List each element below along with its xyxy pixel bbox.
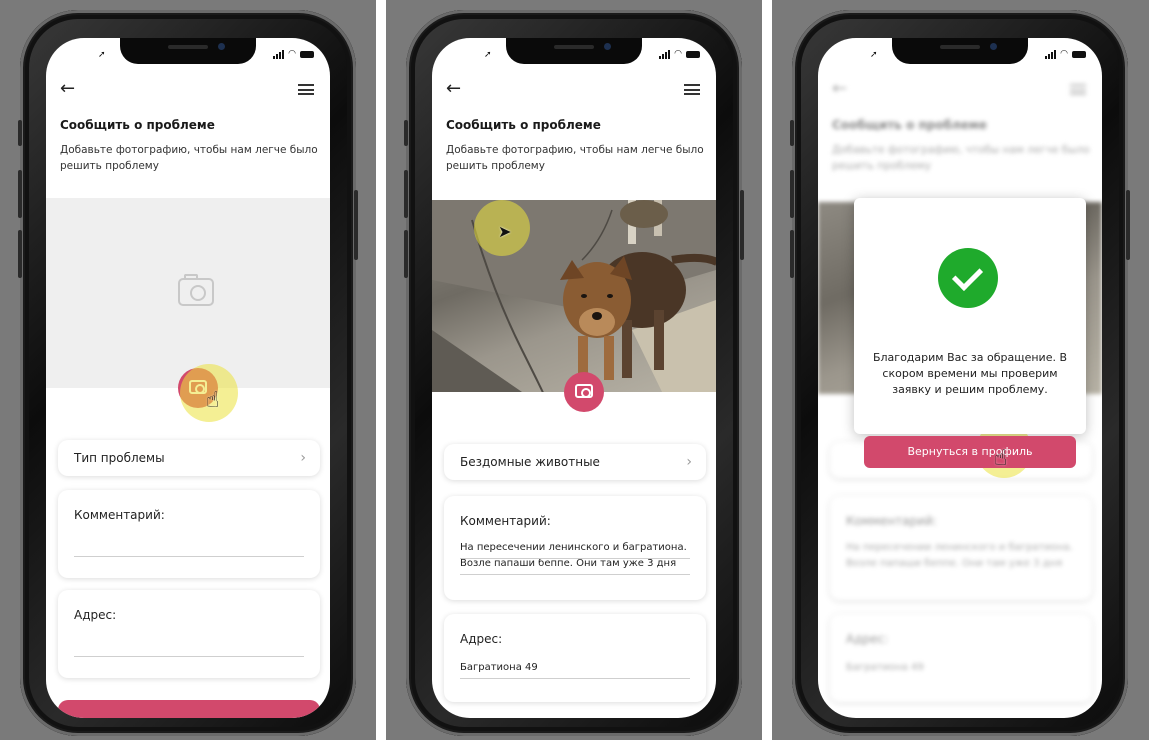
submit-button[interactable]	[58, 700, 320, 718]
address-label: Адрес:	[846, 632, 889, 646]
comment-label: Комментарий:	[846, 514, 937, 528]
signal-icon	[273, 50, 285, 59]
phone-frame: ➚ ◠ ← Сообщить о проблеме Добавьте фотог…	[404, 10, 744, 736]
address-label: Адрес:	[74, 608, 117, 622]
address-field[interactable]: Багратиона 49	[460, 660, 538, 676]
photo-placeholder[interactable]	[46, 198, 330, 388]
phone-panel-1: ➚ ◠ ← Сообщить о проблеме Добавьте фотог…	[0, 0, 376, 740]
menu-icon[interactable]	[684, 84, 700, 95]
problem-type-select[interactable]: Бездомные животные ›	[444, 444, 706, 480]
phone-screen: ➚ ◠ ← Сообщить о проблеме Добавьте фотог…	[432, 38, 716, 718]
chevron-right-icon: ›	[686, 454, 692, 470]
problem-type-label: Тип проблемы	[74, 451, 165, 465]
phone-frame: ➚ ◠ ← Сообщить о проблеме Добавьте фотог…	[18, 10, 358, 736]
phone-panel-3: ➚ ◠ ← Сообщить о проблеме Добавьте фотог…	[772, 0, 1149, 740]
comment-label: Комментарий:	[460, 514, 551, 528]
arrow-cursor-icon: ➤	[498, 222, 512, 241]
page-subtitle: Добавьте фотографию, чтобы нам легче был…	[446, 144, 704, 172]
battery-icon	[686, 51, 700, 58]
wifi-icon: ◠	[288, 49, 296, 59]
back-arrow-icon[interactable]: ←	[60, 78, 75, 99]
comment-card[interactable]: Комментарий: На пересечении ленинского и…	[444, 496, 706, 600]
notch	[892, 38, 1028, 64]
page-title: Сообщить о проблеме	[60, 118, 215, 132]
comment-field: На пересечении ленинского и багратиона. …	[846, 542, 1073, 569]
phone-screen: ➚ ◠ ← Сообщить о проблеме Добавьте фотог…	[46, 38, 330, 718]
check-icon	[938, 248, 998, 308]
address-card[interactable]: Адрес:	[58, 590, 320, 678]
problem-type-label: Бездомные животные	[460, 455, 600, 469]
back-arrow-icon: ←	[832, 78, 848, 99]
comment-card: Комментарий: На пересечении ленинского и…	[830, 496, 1092, 600]
location-icon: ➚	[98, 50, 106, 60]
hand-cursor-icon: ☝	[206, 388, 220, 413]
battery-icon	[1072, 51, 1086, 58]
comment-label: Комментарий:	[74, 508, 165, 522]
menu-icon[interactable]	[298, 84, 314, 95]
signal-icon	[659, 50, 671, 59]
notch	[120, 38, 256, 64]
address-card: Адрес: Багратиона 49	[830, 614, 1092, 702]
success-message: Благодарим Вас за обращение. В скором вр…	[872, 351, 1068, 396]
battery-icon	[300, 51, 314, 58]
page-title: Сообщить о проблеме	[832, 118, 987, 132]
return-to-profile-button[interactable]: Вернуться в профиль	[864, 436, 1076, 468]
page-subtitle: Добавьте фотографию, чтобы нам легче был…	[60, 144, 318, 172]
chevron-right-icon: ›	[300, 450, 306, 466]
back-arrow-icon[interactable]: ←	[446, 78, 461, 99]
phone-frame: ➚ ◠ ← Сообщить о проблеме Добавьте фотог…	[790, 10, 1130, 736]
location-icon: ➚	[484, 50, 492, 60]
wifi-icon: ◠	[1060, 49, 1068, 59]
problem-type-select[interactable]: Тип проблемы ›	[58, 440, 320, 476]
hand-cursor-icon: ☝	[994, 446, 1008, 471]
address-label: Адрес:	[460, 632, 503, 646]
add-photo-button[interactable]	[564, 372, 604, 412]
address-field: Багратиона 49	[846, 662, 924, 673]
wifi-icon: ◠	[674, 49, 682, 59]
success-dialog: Благодарим Вас за обращение. В скором вр…	[854, 198, 1086, 434]
signal-icon	[1045, 50, 1057, 59]
menu-icon	[1070, 84, 1086, 95]
location-icon: ➚	[870, 50, 878, 60]
page-subtitle: Добавьте фотографию, чтобы нам легче был…	[832, 144, 1090, 172]
camera-icon	[575, 384, 593, 398]
page-title: Сообщить о проблеме	[446, 118, 601, 132]
address-card[interactable]: Адрес: Багратиона 49	[444, 614, 706, 702]
phone-screen: ➚ ◠ ← Сообщить о проблеме Добавьте фотог…	[818, 38, 1102, 718]
comment-card[interactable]: Комментарий:	[58, 490, 320, 578]
camera-placeholder-icon	[178, 274, 214, 306]
phone-panel-2: ➚ ◠ ← Сообщить о проблеме Добавьте фотог…	[386, 0, 762, 740]
comment-field[interactable]: На пересечении ленинского и багратиона. …	[460, 540, 692, 572]
notch	[506, 38, 642, 64]
